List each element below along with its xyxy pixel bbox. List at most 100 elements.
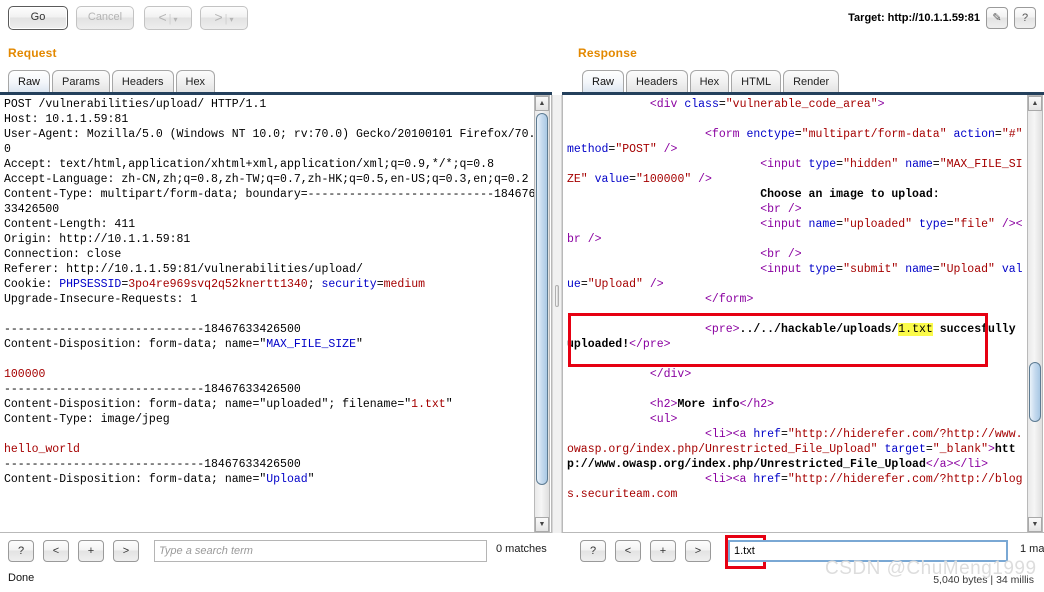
code-token: <input — [760, 218, 809, 231]
forward-button[interactable]: > | ▾ — [200, 6, 248, 30]
code-line: Accept-Language: zh-CN,zh;q=0.8,zh-TW;q=… — [4, 172, 536, 187]
tab-headers[interactable]: Headers — [111, 70, 174, 92]
scroll-down-arrow-icon[interactable]: ▼ — [535, 517, 549, 532]
code-token: <ul> — [649, 413, 678, 426]
target-area: Target: http://10.1.1.59:81 ✎ ? — [848, 6, 1036, 30]
request-editor-pane[interactable]: POST /vulnerabilities/upload/ HTTP/1.1 Ho… — [0, 95, 552, 533]
chevron-down-icon: ▾ — [229, 15, 234, 24]
splitter-grip-icon[interactable] — [555, 285, 559, 307]
code-token: Cookie: — [4, 278, 60, 291]
tab-hex[interactable]: Hex — [689, 70, 730, 92]
code-token: = — [780, 428, 788, 441]
code-line: -----------------------------18467633426… — [4, 322, 536, 337]
code-token: "submit" — [843, 263, 906, 276]
code-token: Accept-Language: zh-CN,zh;q=0.8,zh-TW;q=… — [4, 173, 529, 186]
request-search-prev-button[interactable]: < — [43, 540, 69, 562]
code-line: Content-Disposition: form-data; name="Up… — [4, 472, 536, 487]
code-token: enctype — [746, 128, 795, 141]
tab-render[interactable]: Render — [783, 70, 840, 92]
response-search-input[interactable] — [728, 540, 1008, 562]
code-line: Referer: http://10.1.1.59:81/vulnerabili… — [4, 262, 536, 277]
chevron-down-icon: ▾ — [173, 15, 178, 24]
code-token: Content-Disposition: form-data; name=" — [4, 473, 267, 486]
code-token: Origin: http://10.1.1.59:81 — [4, 233, 191, 246]
code-token: Accept: text/html,application/xhtml+xml,… — [4, 158, 494, 171]
tab-html[interactable]: HTML — [731, 70, 782, 92]
response-editor-pane[interactable]: <div class="vulnerable_code_area"> <form… — [562, 95, 1044, 533]
request-search-input[interactable] — [154, 540, 487, 562]
code-token: 1.txt — [411, 398, 446, 411]
response-search-bar: ? < + > 1 match — [576, 540, 1044, 566]
code-line: <pre>../../hackable/uploads/1.txt succes… — [567, 322, 1027, 352]
code-token: = — [932, 263, 940, 276]
code-token: "hidden" — [843, 158, 906, 171]
code-token: method — [567, 143, 609, 156]
tab-raw[interactable]: Raw — [8, 70, 51, 92]
top-toolbar: Go Cancel < | ▾ > | ▾ Target: http://10.1.1.… — [0, 0, 1044, 36]
code-token: name — [905, 263, 933, 276]
code-line: Content-Type: image/jpeg — [4, 412, 536, 427]
request-search-next-button[interactable]: > — [113, 540, 139, 562]
request-vertical-scrollbar[interactable]: ▲ ▼ — [534, 95, 550, 533]
code-token: Content-Length: 411 — [4, 218, 136, 231]
chevron-left-icon: < — [158, 9, 167, 25]
code-line: <div class="vulnerable_code_area"> — [567, 97, 1027, 112]
scroll-up-arrow-icon[interactable]: ▲ — [535, 96, 549, 111]
code-line: -----------------------------18467633426… — [4, 382, 536, 397]
code-token: Content-Type: multipart/form-data; bound… — [4, 188, 536, 216]
code-token: <li><a — [705, 473, 754, 486]
code-token: = — [932, 158, 940, 171]
request-search-help-button[interactable]: ? — [8, 540, 34, 562]
scrollbar-thumb[interactable] — [1029, 362, 1041, 422]
code-token: /> — [663, 143, 678, 156]
code-line: <br /> — [567, 247, 1027, 262]
code-token: " — [355, 338, 363, 351]
code-token: PHPSESSID — [59, 278, 122, 291]
code-token: Content-Disposition: form-data; name="up… — [4, 398, 412, 411]
code-line: <li><a href="http://hiderefer.com/?http:… — [567, 472, 1027, 502]
panel-splitter[interactable] — [552, 95, 562, 533]
code-token: <pre> — [705, 323, 740, 336]
code-token: medium — [383, 278, 426, 291]
code-token: > — [877, 98, 885, 111]
edit-target-button[interactable]: ✎ — [986, 7, 1008, 29]
scroll-down-arrow-icon[interactable]: ▼ — [1028, 517, 1042, 532]
chevron-right-icon: > — [214, 9, 223, 25]
code-token: "file" — [953, 218, 1002, 231]
response-search-next-button[interactable]: > — [685, 540, 711, 562]
code-line: POST /vulnerabilities/upload/ HTTP/1.1 — [4, 97, 536, 112]
back-button[interactable]: < | ▾ — [144, 6, 192, 30]
code-line: Choose an image to upload: — [567, 187, 1027, 202]
code-line: -----------------------------18467633426… — [4, 457, 536, 472]
response-search-prev-button[interactable]: < — [615, 540, 641, 562]
code-token: <br /> — [760, 203, 802, 216]
go-button[interactable]: Go — [8, 6, 68, 30]
tab-raw[interactable]: Raw — [582, 70, 625, 92]
code-token: "POST" — [615, 143, 664, 156]
code-token: "Upload" — [939, 263, 1002, 276]
code-token: Content-Disposition: form-data; name=" — [4, 338, 267, 351]
tab-params[interactable]: Params — [52, 70, 110, 92]
code-line: Cookie: PHPSESSID = 3po4re969svq2q52knertt… — [4, 277, 536, 292]
cancel-button[interactable]: Cancel — [76, 6, 134, 30]
scroll-up-arrow-icon[interactable]: ▲ — [1028, 96, 1042, 111]
tab-hex[interactable]: Hex — [175, 70, 216, 92]
code-token: = — [780, 473, 788, 486]
response-vertical-scrollbar[interactable]: ▲ ▼ — [1027, 95, 1043, 533]
response-search-help-button[interactable]: ? — [580, 540, 606, 562]
tab-headers[interactable]: Headers — [626, 70, 688, 92]
response-search-add-button[interactable]: + — [650, 540, 676, 562]
code-token: /> — [698, 173, 712, 186]
code-token: <form — [705, 128, 747, 141]
request-search-add-button[interactable]: + — [78, 540, 104, 562]
scrollbar-thumb[interactable] — [536, 113, 548, 485]
code-token: href — [753, 428, 781, 441]
code-token: 1.txt — [898, 323, 933, 336]
help-button[interactable]: ? — [1014, 7, 1036, 29]
code-token: Upgrade-Insecure-Requests: 1 — [4, 293, 198, 306]
